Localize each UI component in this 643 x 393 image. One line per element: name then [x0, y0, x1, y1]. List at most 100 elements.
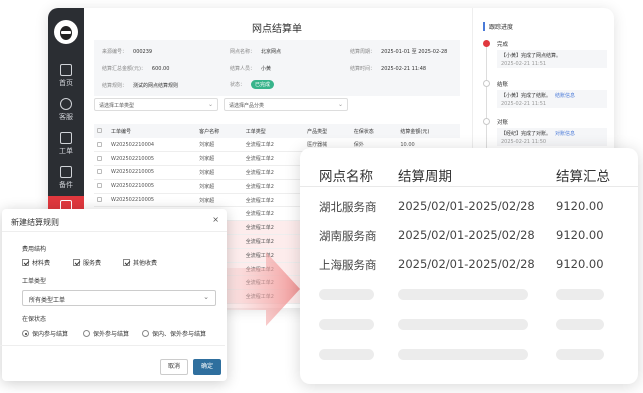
table-cell: 全流程工单2 — [242, 179, 305, 194]
timeline-entry: 【小黄】完成了网点结算。 2025-02-21 11:51 — [497, 50, 607, 68]
timeline-dot — [483, 80, 490, 87]
order-type-select[interactable]: 请选择工单类型 ⌄ — [94, 98, 218, 111]
placeholder-bar — [556, 319, 604, 330]
summary-header-period: 结算周期 — [398, 169, 452, 185]
row-checkbox[interactable] — [94, 179, 108, 194]
checkbox-checked-icon — [22, 259, 29, 266]
info-status: 状态： 已完成 — [230, 80, 275, 89]
fee-service-checkbox[interactable]: 服务费 — [73, 258, 101, 267]
info-period: 结算周期： 2025-01-01 至 2025-02-28 — [350, 49, 448, 55]
arrow-graphic — [222, 252, 300, 326]
row-checkbox[interactable] — [94, 151, 108, 167]
cancel-button[interactable]: 取消 — [160, 359, 188, 375]
table-cell: 刘家超 — [196, 193, 243, 208]
info-creator: 结算人员： 小黄 — [230, 66, 272, 72]
reconcile-info-link[interactable]: 对账信息 — [555, 131, 575, 137]
divider — [300, 186, 638, 187]
summary-cell: 上海服务商 — [319, 258, 377, 272]
summary-cell: 2025/02/01-2025/02/28 — [398, 257, 535, 271]
timeline-entry: 【小黄】完成了结账。 结账信息 2025-02-21 11:51 — [497, 90, 607, 108]
summary-cell: 9120.00 — [556, 199, 604, 213]
summary-cell: 湖南服务商 — [319, 229, 377, 243]
placeholder-bar — [319, 319, 374, 330]
divider — [0, 345, 225, 346]
table-cell: 全流程工单2 — [242, 138, 305, 153]
info-rule: 结算规则： 测试的网点结算规则 — [102, 83, 179, 89]
row-checkbox[interactable] — [94, 165, 108, 180]
summary-cell: 2025/02/01-2025/02/28 — [398, 199, 535, 213]
column-header: 在保状态 — [350, 124, 398, 138]
warranty-label: 在保状态 — [22, 316, 47, 323]
chevron-down-icon: ⌄ — [337, 101, 343, 108]
placeholder-bar — [556, 289, 604, 300]
column-header: 工单类型 — [242, 124, 305, 138]
table-cell: W202502210005 — [108, 179, 197, 194]
placeholder-bar — [398, 319, 528, 330]
fee-material-checkbox[interactable]: 材料费 — [22, 258, 50, 267]
timeline-head: 完成 — [497, 42, 509, 48]
summary-cell: 9120.00 — [556, 257, 604, 271]
fee-structure-label: 费用结构 — [22, 246, 47, 253]
timeline-line — [486, 40, 487, 160]
table-cell: 刘家超 — [196, 138, 243, 153]
radio-icon — [142, 330, 149, 337]
warranty-in-radio[interactable]: 保内参与结算 — [22, 329, 68, 338]
radio-icon — [83, 330, 90, 337]
status-badge: 已完成 — [251, 80, 275, 89]
warranty-both-radio[interactable]: 保内、保外参与结算 — [142, 329, 206, 338]
warranty-out-radio[interactable]: 保外参与结算 — [83, 329, 129, 338]
checkbox-checked-icon — [73, 259, 80, 266]
order-type-dropdown[interactable]: 所有类型工单 ⌄ — [22, 290, 216, 306]
info-box: 来源编号： 000239 网点名称： 北京网点 结算周期： 2025-01-01 至 … — [94, 40, 460, 96]
radio-selected-icon — [22, 330, 29, 337]
sidebar-item-home[interactable]: 首页 — [48, 60, 84, 90]
sidebar-item-service[interactable]: 客服 — [48, 94, 84, 124]
select-all-checkbox[interactable] — [94, 124, 108, 138]
info-time: 结算时间： 2025-02-21 11:48 — [350, 66, 427, 72]
summary-card: 网点名称 结算周期 结算汇总 湖北服务商 2025/02/01-2025/02/… — [300, 148, 638, 384]
checkbox-checked-icon — [123, 259, 130, 266]
table-cell: W202502210005 — [108, 151, 197, 167]
placeholder-bar — [319, 349, 374, 360]
column-header: 产品类型 — [304, 124, 351, 138]
sidebar-item-parts[interactable]: 备件 — [48, 162, 84, 192]
column-header: 工单编号 — [108, 124, 197, 138]
timeline-head: 结账 — [497, 82, 509, 88]
placeholder-bar — [319, 289, 374, 300]
row-checkbox[interactable] — [94, 138, 108, 153]
column-header: 结算金额(元) — [397, 124, 460, 138]
divider — [2, 231, 227, 232]
avatar[interactable] — [54, 20, 78, 44]
timeline-dot — [483, 40, 490, 47]
close-icon[interactable]: × — [212, 215, 219, 224]
sidebar-item-workorder[interactable]: 工单 — [48, 128, 84, 158]
timeline-dot — [483, 118, 490, 125]
billing-info-link[interactable]: 结账信息 — [555, 93, 575, 99]
table-cell: 全流程工单2 — [242, 165, 305, 180]
chevron-down-icon: ⌄ — [207, 101, 213, 108]
table-cell: 刘家超 — [196, 151, 243, 167]
table-header-row: 工单编号 客户名称 工单类型 产品类型 在保状态 结算金额(元) — [94, 124, 460, 138]
row-checkbox[interactable] — [94, 193, 108, 208]
summary-header-branch: 网点名称 — [319, 169, 373, 185]
summary-header-total: 结算汇总 — [556, 169, 610, 185]
fee-other-checkbox[interactable]: 其他收费 — [123, 258, 157, 267]
order-type-label: 工单类型 — [22, 278, 47, 285]
confirm-button[interactable]: 确定 — [193, 359, 221, 375]
table-cell: W202502210005 — [108, 193, 197, 208]
table-cell: W202502210004 — [108, 138, 197, 153]
column-header: 客户名称 — [196, 124, 243, 138]
table-cell: W202502210005 — [108, 165, 197, 180]
table-cell: 全流程工单2 — [242, 193, 305, 208]
placeholder-bar — [556, 349, 604, 360]
placeholder-bar — [398, 289, 528, 300]
placeholder-bar — [398, 349, 528, 360]
product-type-select[interactable]: 请选择产品分类 ⌄ — [224, 98, 348, 111]
summary-cell: 湖北服务商 — [319, 200, 377, 214]
summary-cell: 9120.00 — [556, 228, 604, 242]
info-amount: 结算汇总金额(元)： 600.00 — [102, 66, 170, 72]
home-icon — [60, 64, 72, 76]
table-cell: 全流程工单2 — [242, 151, 305, 167]
table-cell: 刘家超 — [196, 179, 243, 194]
box-icon — [60, 166, 72, 178]
